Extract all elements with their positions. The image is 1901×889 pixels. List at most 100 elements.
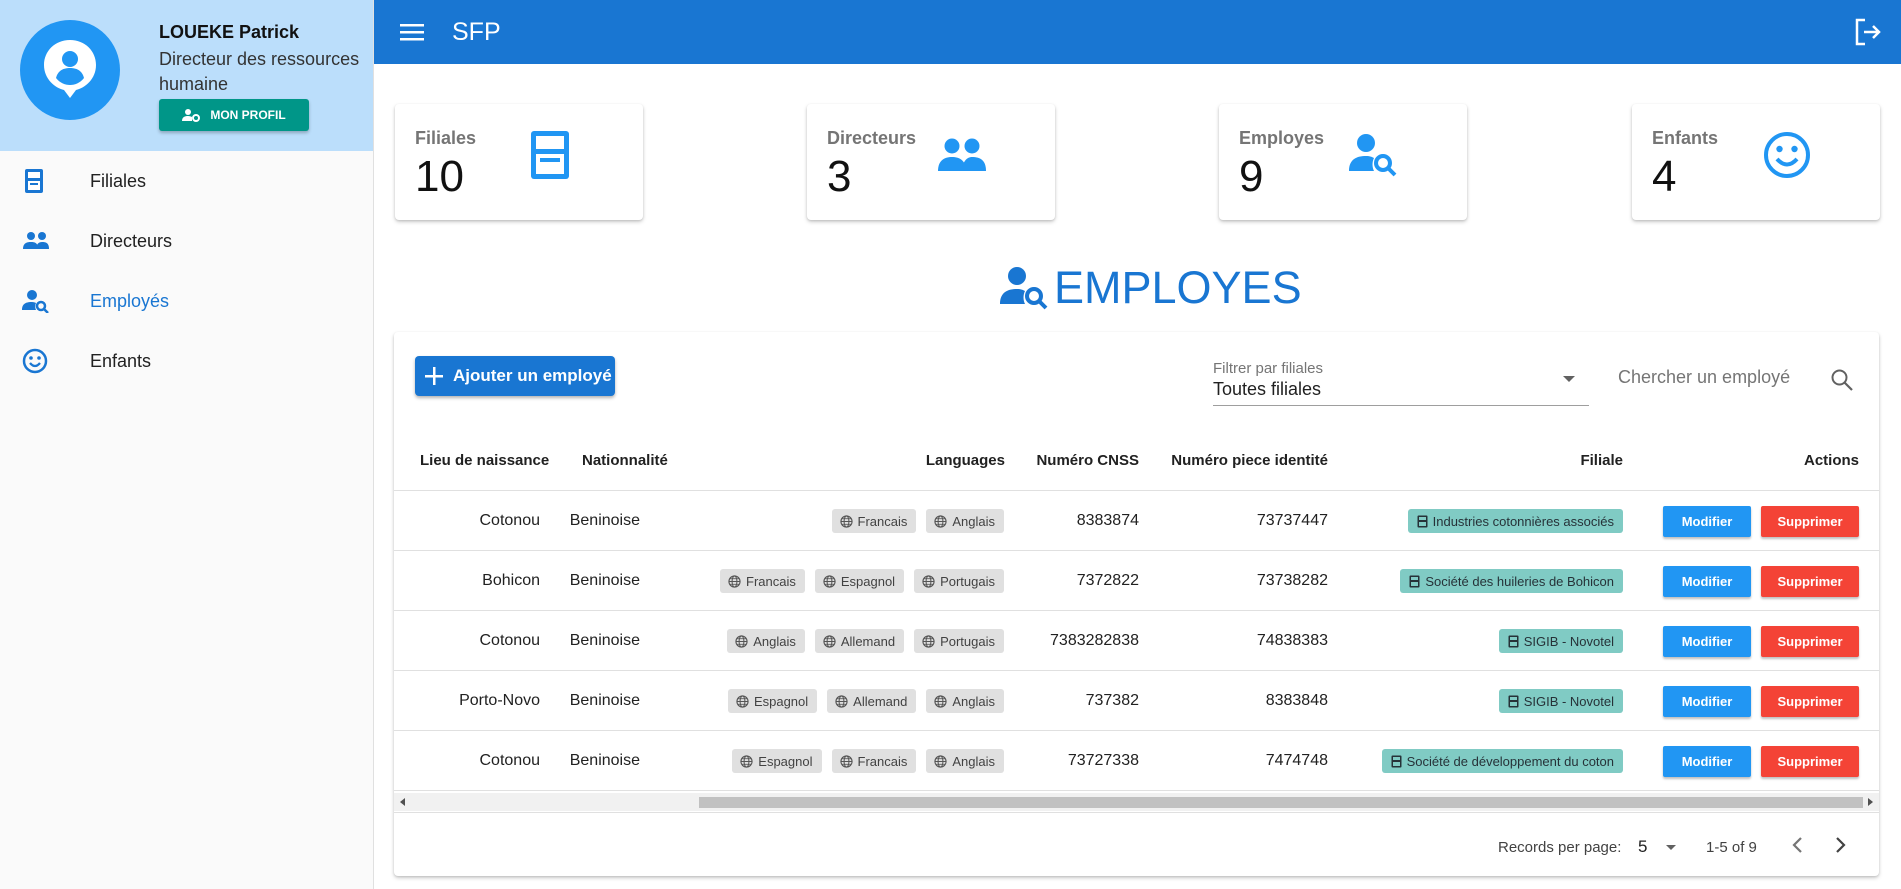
- table-row: Cotonou Beninoise Espagnol Francais Anglais 7…: [394, 731, 1879, 791]
- column-header[interactable]: Nationnalité: [582, 452, 668, 469]
- sidebar-item-filiales[interactable]: Filiales: [0, 151, 373, 211]
- filiale-label: SIGIB - Novotel: [1523, 693, 1614, 709]
- filiale-filter-select[interactable]: Filtrer par filiales Toutes filiales: [1213, 358, 1589, 406]
- profile-role: Directeur des ressources humaine: [159, 49, 360, 94]
- language-label: Francais: [857, 753, 908, 769]
- language-label: Portugais: [940, 573, 995, 589]
- scroll-right-arrow-icon[interactable]: [1868, 798, 1873, 806]
- avatar: [20, 20, 120, 120]
- stat-value: 10: [415, 152, 464, 201]
- modify-button[interactable]: Modifier: [1663, 685, 1751, 717]
- globe-icon: [839, 514, 853, 528]
- column-header[interactable]: Numéro CNSS: [1036, 452, 1139, 469]
- language-chip: Allemand: [814, 629, 905, 653]
- records-per-page-select[interactable]: 5: [1638, 835, 1682, 859]
- language-label: Anglais: [952, 513, 995, 529]
- cell-nationalite: Beninoise: [569, 632, 640, 649]
- column-header[interactable]: Numéro piece identité: [1171, 452, 1328, 469]
- add-employee-button[interactable]: Ajouter un employé: [415, 356, 615, 396]
- modify-button[interactable]: Modifier: [1663, 625, 1751, 657]
- language-label: Allemand: [840, 633, 896, 649]
- logout-icon[interactable]: [1853, 17, 1883, 47]
- cell-languages: Espagnol Francais Anglais: [644, 731, 1004, 791]
- globe-icon: [839, 754, 853, 768]
- section-title: EMPLOYES: [1054, 262, 1302, 313]
- add-employee-label: Ajouter un employé: [453, 366, 612, 385]
- language-label: Francais: [857, 513, 908, 529]
- search-icon[interactable]: [1830, 368, 1854, 397]
- sidebar-item-directeurs[interactable]: Directeurs: [0, 211, 373, 271]
- column-header[interactable]: Filiale: [1580, 452, 1623, 469]
- search-input[interactable]: [1618, 362, 1798, 392]
- person-search-icon: [1000, 267, 1048, 310]
- language-chip: Francais: [720, 569, 805, 593]
- language-label: Anglais: [952, 693, 995, 709]
- sidebar-item-label: Directeurs: [90, 230, 173, 251]
- sidebar-item-enfants[interactable]: Enfants: [0, 331, 373, 391]
- filiale-label: Société des huileries de Bohicon: [1425, 573, 1614, 589]
- filiale-chip: Société des huileries de Bohicon: [1400, 569, 1623, 593]
- chevron-right-icon[interactable]: [1828, 833, 1852, 857]
- language-label: Espagnol: [840, 573, 896, 589]
- filiale-chip: SIGIB - Novotel: [1498, 629, 1623, 653]
- delete-button[interactable]: Supprimer: [1761, 745, 1859, 777]
- building-icon: [0, 168, 90, 194]
- filiale-label: Industries cotonnières associés: [1432, 513, 1614, 529]
- filter-value: Toutes filiales: [1213, 379, 1322, 399]
- cell-nationalite: Beninoise: [569, 752, 640, 769]
- delete-button[interactable]: Supprimer: [1761, 685, 1859, 717]
- menu-icon[interactable]: [398, 18, 426, 46]
- globe-icon: [934, 514, 947, 528]
- cell-piece: 7474748: [1265, 752, 1328, 769]
- language-chip: Portugais: [914, 629, 1004, 653]
- section-heading: EMPLOYES: [1000, 262, 1302, 314]
- cell-lieu: Bohicon: [482, 572, 540, 589]
- stat-title: Employes: [1239, 128, 1325, 148]
- table-row: Cotonou Beninoise Francais Anglais 8383874 73…: [394, 491, 1879, 551]
- cell-actions: Modifier Supprimer: [1663, 611, 1873, 671]
- cell-languages: Anglais Allemand Portugais: [644, 611, 1004, 671]
- cell-filiale: SIGIB - Novotel: [1324, 671, 1623, 731]
- sidebar-item-employes[interactable]: Employés: [0, 271, 373, 331]
- column-header[interactable]: Lieu de naissance: [420, 452, 549, 469]
- delete-button[interactable]: Supprimer: [1761, 625, 1859, 657]
- column-header[interactable]: Actions: [1804, 452, 1859, 469]
- language-label: Espagnol: [753, 693, 809, 709]
- globe-icon: [728, 574, 741, 588]
- cell-languages: Francais Espagnol Portugais: [644, 551, 1004, 611]
- cell-cnss: 7372822: [1076, 572, 1139, 589]
- cell-nationalite: Beninoise: [569, 572, 640, 589]
- building-icon: [1409, 575, 1420, 588]
- table-footer: Records per page: 5 1-5 of 9: [394, 812, 1879, 876]
- table-row: Bohicon Beninoise Francais Espagnol Portugai…: [394, 551, 1879, 611]
- my-profile-label: MON PROFIL: [210, 108, 286, 122]
- chevron-left-icon[interactable]: [1786, 833, 1810, 857]
- stat-card-directeurs: Directeurs 3: [807, 104, 1055, 220]
- scrollbar-thumb[interactable]: [699, 797, 1863, 808]
- cell-piece: 73738282: [1256, 572, 1328, 589]
- delete-button[interactable]: Supprimer: [1761, 565, 1859, 597]
- modify-button[interactable]: Modifier: [1663, 745, 1751, 777]
- delete-button[interactable]: Supprimer: [1761, 505, 1859, 537]
- cell-filiale: Industries cotonnières associés: [1324, 491, 1623, 551]
- sidebar-item-label: Employés: [90, 290, 170, 311]
- stat-value: 3: [827, 152, 852, 201]
- cell-nationalite: Beninoise: [569, 692, 640, 709]
- horizontal-scrollbar[interactable]: [394, 793, 1879, 811]
- cell-piece: 73737447: [1256, 512, 1328, 529]
- cell-filiale: SIGIB - Novotel: [1324, 611, 1623, 671]
- column-header[interactable]: Languages: [926, 452, 1005, 469]
- user-gear-icon: [182, 109, 201, 122]
- modify-button[interactable]: Modifier: [1663, 565, 1751, 597]
- globe-icon: [735, 634, 748, 648]
- building-icon: [523, 128, 577, 182]
- modify-button[interactable]: Modifier: [1663, 505, 1751, 537]
- table-row: Cotonou Beninoise Anglais Allemand Portugais…: [394, 611, 1879, 671]
- building-icon: [1508, 635, 1519, 648]
- globe-icon: [922, 634, 935, 648]
- scroll-left-arrow-icon[interactable]: [400, 798, 405, 806]
- my-profile-button[interactable]: MON PROFIL: [159, 99, 309, 131]
- cell-filiale: Société des huileries de Bohicon: [1324, 551, 1623, 611]
- language-label: Anglais: [753, 633, 796, 649]
- sidebar: LOUEKE Patrick Directeur des ressources …: [0, 0, 374, 889]
